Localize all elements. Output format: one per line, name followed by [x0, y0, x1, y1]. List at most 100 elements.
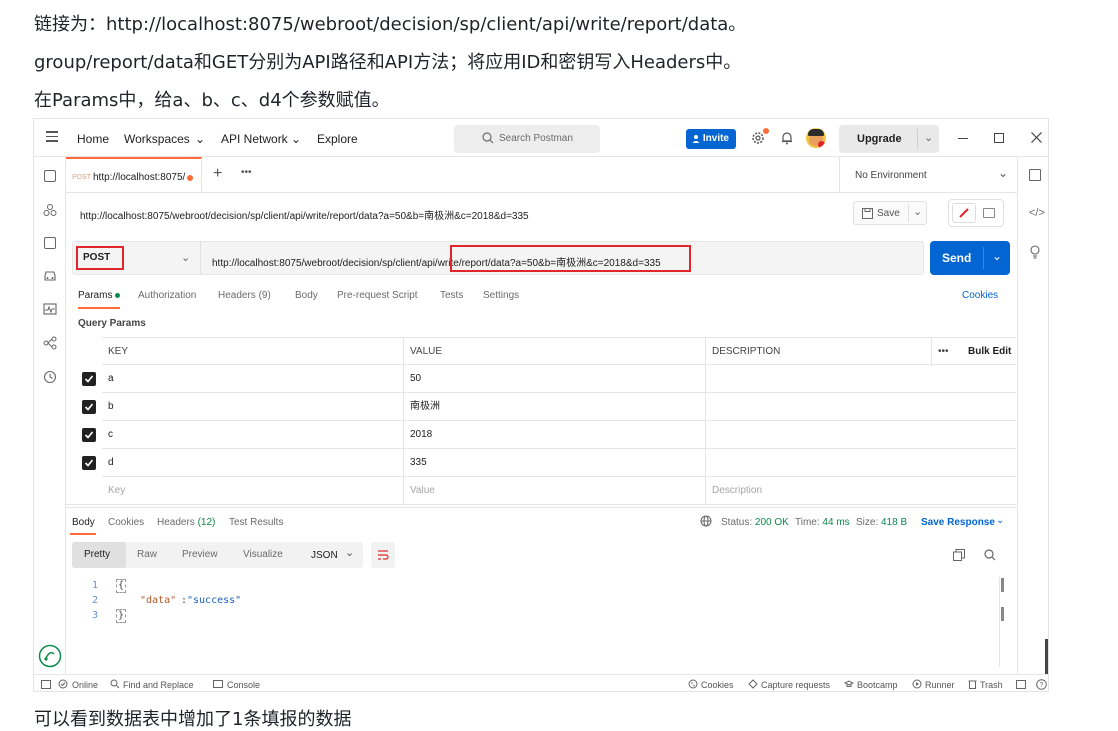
param-checkbox[interactable] [82, 372, 96, 386]
tab-tests[interactable]: Tests [440, 290, 463, 301]
monitors-icon[interactable] [43, 303, 57, 315]
more-tabs-icon[interactable]: ••• [241, 167, 252, 178]
find-replace-button[interactable]: Find and Replace [123, 680, 194, 690]
scrollbar[interactable] [999, 577, 1000, 667]
comment-icon[interactable] [983, 208, 995, 218]
param-key[interactable]: c [102, 421, 404, 449]
nav-home[interactable]: Home [77, 132, 109, 146]
chevron-down-icon[interactable]: ⌄ [996, 515, 1004, 526]
scroll-marker [1001, 578, 1004, 592]
param-key[interactable]: d [102, 449, 404, 477]
bell-icon[interactable] [780, 131, 794, 145]
tab-settings[interactable]: Settings [483, 290, 519, 301]
bootcamp-button[interactable]: Bootcamp [857, 680, 898, 690]
copy-icon[interactable] [953, 549, 965, 561]
format-pretty[interactable]: Pretty [84, 549, 110, 560]
lightbulb-icon[interactable] [1029, 245, 1041, 259]
code-icon[interactable]: </> [1029, 207, 1045, 219]
avatar[interactable] [806, 128, 826, 148]
chevron-down-icon[interactable]: ⌄ [913, 205, 922, 218]
pencil-icon[interactable] [958, 207, 970, 219]
minimize-icon[interactable] [958, 138, 968, 139]
key-placeholder[interactable]: Key [102, 477, 404, 505]
flows-icon[interactable] [43, 336, 57, 350]
history-icon[interactable] [43, 370, 57, 384]
mock-servers-icon[interactable] [43, 270, 57, 282]
environment-selector[interactable]: No Environment ⌄ [839, 157, 1017, 192]
param-value[interactable]: 2018 [404, 421, 706, 449]
search-icon[interactable] [984, 549, 996, 561]
close-icon[interactable] [1031, 132, 1042, 143]
chevron-down-icon[interactable]: ⌄ [924, 131, 933, 144]
collections-icon[interactable] [44, 170, 56, 182]
response-tab-cookies[interactable]: Cookies [108, 517, 144, 528]
chevron-down-icon[interactable]: ⌄ [181, 251, 190, 264]
invite-button[interactable]: Invite [686, 129, 736, 149]
save-button[interactable]: Save ⌄ [853, 201, 927, 225]
chevron-down-icon[interactable]: ⌄ [992, 249, 1002, 263]
globe-icon[interactable] [700, 515, 712, 527]
capture-requests-button[interactable]: Capture requests [761, 680, 830, 690]
request-tab[interactable]: POST http://localhost:8075/ [66, 157, 202, 192]
json-close-brace: } [116, 609, 127, 623]
param-key[interactable]: a [102, 365, 404, 393]
response-tab-body[interactable]: Body [72, 517, 95, 528]
send-button[interactable]: Send ⌄ [930, 241, 1010, 275]
param-description[interactable] [706, 449, 1016, 477]
upgrade-button[interactable]: Upgrade ⌄ [839, 125, 939, 153]
param-key[interactable]: b [102, 393, 404, 421]
format-raw[interactable]: Raw [137, 549, 157, 560]
description-placeholder[interactable]: Description [706, 477, 1016, 505]
add-tab-icon[interactable]: + [213, 165, 222, 183]
param-description[interactable] [706, 365, 1016, 393]
response-tab-test-results[interactable]: Test Results [229, 517, 283, 528]
search-input[interactable]: Search Postman [454, 125, 600, 153]
param-value[interactable]: 335 [404, 449, 706, 477]
param-description[interactable] [706, 393, 1016, 421]
right-sidebar: </> [1017, 157, 1048, 691]
param-value[interactable]: 50 [404, 365, 706, 393]
response-tab-headers[interactable]: Headers (12) [157, 517, 215, 528]
save-response-button[interactable]: Save Response [921, 517, 995, 528]
language-select[interactable]: JSON ⌄ [303, 542, 363, 568]
apis-icon[interactable] [43, 203, 57, 217]
wrap-lines-button[interactable] [371, 542, 395, 568]
param-description[interactable] [706, 421, 1016, 449]
tab-prerequest-script[interactable]: Pre-request Script [337, 290, 418, 301]
online-status[interactable]: Online [72, 680, 98, 690]
format-visualize[interactable]: Visualize [243, 549, 283, 560]
sidebar-toggle-icon[interactable] [41, 680, 51, 689]
bulk-edit-button[interactable]: Bulk Edit [962, 338, 1016, 366]
method-select[interactable]: POST [76, 246, 124, 270]
nav-explore[interactable]: Explore [317, 132, 358, 146]
param-checkbox[interactable] [82, 456, 96, 470]
maximize-icon[interactable] [994, 133, 1004, 143]
format-preview[interactable]: Preview [182, 549, 218, 560]
nav-workspaces[interactable]: Workspaces [124, 132, 190, 146]
menu-icon[interactable] [46, 131, 58, 143]
tab-params[interactable]: Params [78, 290, 112, 301]
more-options-icon[interactable]: ••• [932, 338, 958, 366]
response-status: Status: 200 OK [721, 517, 789, 528]
tab-authorization[interactable]: Authorization [138, 290, 196, 301]
tab-body[interactable]: Body [295, 290, 318, 301]
environment-label: No Environment [855, 170, 927, 181]
nav-api-network[interactable]: API Network [221, 132, 288, 146]
trash-icon [968, 680, 977, 689]
cookies-button[interactable]: Cookies [701, 680, 734, 690]
console-button[interactable]: Console [227, 680, 260, 690]
cookies-link[interactable]: Cookies [962, 290, 998, 301]
param-value[interactable]: 南极洲 [404, 393, 706, 421]
environments-icon[interactable] [44, 237, 56, 249]
runner-button[interactable]: Runner [925, 680, 955, 690]
layout-icon[interactable] [1016, 680, 1026, 689]
trash-button[interactable]: Trash [980, 680, 1003, 690]
param-checkbox[interactable] [82, 400, 96, 414]
tab-headers[interactable]: Headers (9) [218, 290, 271, 301]
param-checkbox[interactable] [82, 428, 96, 442]
documentation-icon[interactable] [1029, 169, 1041, 181]
request-title[interactable]: http://localhost:8075/webroot/decision/s… [80, 207, 529, 222]
sync-status-icon[interactable] [38, 644, 62, 668]
value-placeholder[interactable]: Value [404, 477, 706, 505]
help-icon[interactable]: ? [1036, 679, 1047, 690]
